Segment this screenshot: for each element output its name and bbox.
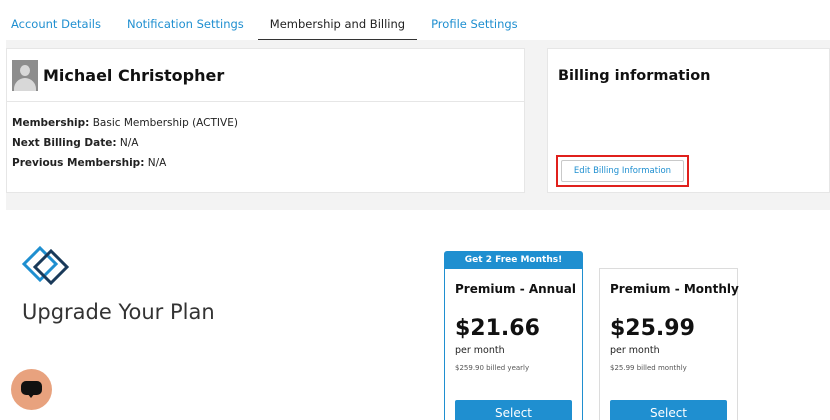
previous-membership-value: N/A xyxy=(147,157,167,169)
promo-badge: Get 2 Free Months! xyxy=(444,251,583,269)
billing-card: Billing information Edit Billing Informa… xyxy=(547,48,830,193)
select-annual-button[interactable]: Select xyxy=(455,400,572,420)
upgrade-title: Upgrade Your Plan xyxy=(22,300,215,324)
next-billing-label: Next Billing Date: xyxy=(12,137,117,149)
membership-card: Michael Christopher Membership: Basic Me… xyxy=(6,48,525,193)
plan-price: $21.66 xyxy=(455,316,540,341)
select-monthly-button[interactable]: Select xyxy=(610,400,727,420)
avatar-body-shape xyxy=(14,77,36,91)
plan-billed: $259.90 billed yearly xyxy=(455,364,530,372)
plan-card-annual: Premium - Annual $21.66 per month $259.9… xyxy=(444,268,583,420)
billing-title: Billing information xyxy=(558,68,711,84)
tab-bar: Account Details Notification Settings Me… xyxy=(0,0,830,40)
edit-billing-highlight: Edit Billing Information xyxy=(556,155,689,187)
user-header: Michael Christopher xyxy=(7,49,524,102)
chat-button[interactable] xyxy=(11,369,52,410)
plan-card-monthly: Premium - Monthly $25.99 per month $25.9… xyxy=(599,268,739,420)
user-name: Michael Christopher xyxy=(43,65,225,85)
plan-billed: $25.99 billed monthly xyxy=(610,364,687,372)
avatar xyxy=(12,59,38,91)
tab-profile-settings[interactable]: Profile Settings xyxy=(419,2,530,40)
plan-name: Premium - Monthly xyxy=(610,282,739,296)
previous-membership-row: Previous Membership: N/A xyxy=(12,157,166,169)
tab-notification-settings[interactable]: Notification Settings xyxy=(115,2,256,40)
plan-price: $25.99 xyxy=(610,316,695,341)
membership-label: Membership: xyxy=(12,117,90,129)
next-billing-value: N/A xyxy=(119,137,139,149)
logo-icon xyxy=(22,245,70,286)
edit-billing-button[interactable]: Edit Billing Information xyxy=(561,160,684,182)
previous-membership-label: Previous Membership: xyxy=(12,157,145,169)
plan-name: Premium - Annual xyxy=(455,282,576,296)
membership-value: Basic Membership (ACTIVE) xyxy=(92,117,238,129)
membership-row: Membership: Basic Membership (ACTIVE) xyxy=(12,117,238,129)
tab-account-details[interactable]: Account Details xyxy=(0,2,113,40)
chat-bubble-tail-icon xyxy=(27,393,35,398)
avatar-head-shape xyxy=(20,64,30,76)
plan-per: per month xyxy=(455,345,505,356)
plan-per: per month xyxy=(610,345,660,356)
tab-membership-and-billing[interactable]: Membership and Billing xyxy=(257,2,418,40)
next-billing-row: Next Billing Date: N/A xyxy=(12,137,138,149)
